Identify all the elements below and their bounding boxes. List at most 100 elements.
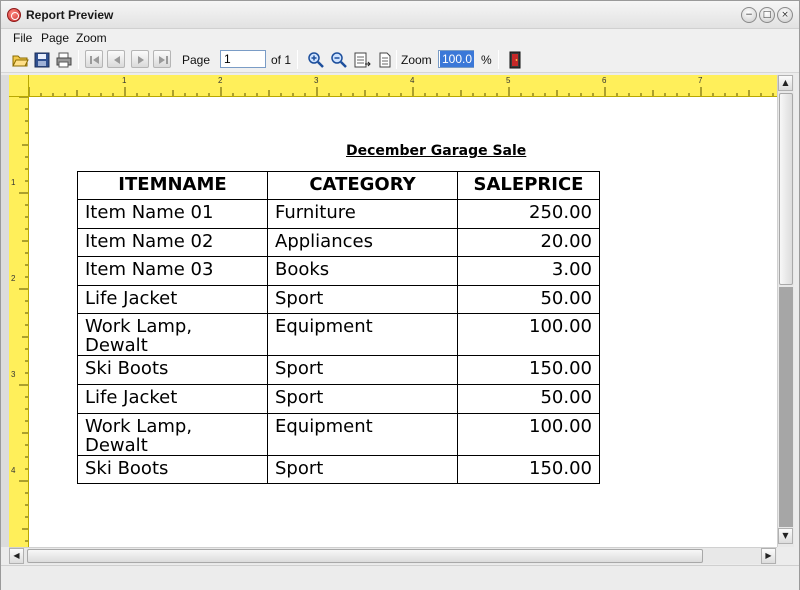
vertical-ruler-ticks: 1 2 3 4 bbox=[11, 97, 28, 542]
vertical-scrollbar[interactable]: ▲ ▼ bbox=[777, 75, 794, 547]
menu-bar: File Page Zoom bbox=[1, 29, 799, 47]
cell-itemname: Work Lamp, Dewalt bbox=[77, 412, 268, 456]
previous-page-button[interactable] bbox=[107, 50, 125, 68]
ruler-label: 3 bbox=[314, 76, 319, 85]
cell-category: Furniture bbox=[267, 199, 458, 229]
zoom-out-icon[interactable] bbox=[329, 50, 347, 68]
open-folder-icon[interactable] bbox=[10, 50, 29, 68]
menu-zoom[interactable]: Zoom bbox=[76, 31, 107, 45]
menu-page[interactable]: Page bbox=[41, 31, 69, 45]
scroll-right-button[interactable]: ▶ bbox=[761, 548, 776, 564]
cell-itemname: Work Lamp, Dewalt bbox=[77, 313, 268, 357]
cell-itemname: Item Name 03 bbox=[77, 256, 268, 286]
previous-page-icon bbox=[114, 56, 120, 64]
vertical-ruler: 1 2 3 4 bbox=[9, 97, 29, 547]
last-page-button[interactable] bbox=[153, 50, 171, 68]
ruler-label: 3 bbox=[11, 370, 16, 379]
page-width-icon[interactable] bbox=[352, 50, 371, 68]
cell-saleprice: 3.00 bbox=[457, 256, 600, 286]
cell-itemname: Item Name 02 bbox=[77, 227, 268, 258]
cell-category: Equipment bbox=[267, 313, 458, 357]
maximize-button[interactable]: □ bbox=[759, 7, 775, 23]
first-page-icon bbox=[90, 56, 99, 64]
toolbar-separator bbox=[498, 50, 499, 69]
page-label: Page bbox=[182, 53, 211, 67]
ruler-label: 7 bbox=[698, 76, 703, 85]
close-button[interactable]: × bbox=[777, 7, 793, 23]
first-page-button[interactable] bbox=[85, 50, 103, 68]
zoom-label: Zoom bbox=[401, 53, 432, 67]
window-title: Report Preview bbox=[26, 8, 114, 22]
save-icon[interactable] bbox=[32, 50, 50, 68]
cell-itemname: Ski Boots bbox=[77, 355, 268, 385]
cell-category: Sport bbox=[267, 454, 458, 485]
cell-category: Sport bbox=[267, 355, 458, 385]
cell-saleprice: 150.00 bbox=[457, 355, 600, 385]
column-header-saleprice: SALEPRICE bbox=[457, 171, 600, 200]
cell-saleprice: 250.00 bbox=[457, 199, 600, 229]
zoom-input[interactable]: 100.0 bbox=[438, 50, 475, 68]
table-row: Item Name 03 Books 3.00 bbox=[77, 256, 600, 286]
scroll-down-button[interactable]: ▼ bbox=[778, 528, 793, 544]
cell-saleprice: 50.00 bbox=[457, 383, 600, 414]
table-row: Life Jacket Sport 50.00 bbox=[77, 284, 600, 315]
report-title: December Garage Sale bbox=[346, 143, 527, 159]
horizontal-ruler-ticks: 1 2 3 4 5 6 7 bbox=[29, 76, 774, 96]
status-bar bbox=[1, 565, 799, 590]
table-row: Ski Boots Sport 150.00 bbox=[77, 355, 600, 385]
table-row: Work Lamp, Dewalt Equipment 100.00 bbox=[77, 313, 600, 357]
ruler-label: 1 bbox=[122, 76, 127, 85]
toolbar: Page 1 of 1 Zoom 100.0 % bbox=[1, 47, 799, 73]
table-row: Item Name 02 Appliances 20.00 bbox=[77, 227, 600, 258]
cell-saleprice: 100.00 bbox=[457, 412, 600, 456]
cell-saleprice: 100.00 bbox=[457, 313, 600, 357]
toolbar-separator bbox=[297, 50, 298, 69]
app-icon bbox=[7, 8, 21, 22]
cell-category: Sport bbox=[267, 383, 458, 414]
report-page: December Garage Sale ITEMNAME CATEGORY S… bbox=[29, 97, 777, 547]
scroll-left-button[interactable]: ◀ bbox=[9, 548, 24, 564]
exit-icon[interactable] bbox=[505, 50, 523, 69]
print-icon[interactable] bbox=[54, 50, 72, 68]
cell-category: Appliances bbox=[267, 227, 458, 258]
cell-itemname: Item Name 01 bbox=[77, 199, 268, 229]
column-header-category: CATEGORY bbox=[267, 171, 458, 200]
cell-saleprice: 50.00 bbox=[457, 284, 600, 315]
vertical-scroll-thumb[interactable] bbox=[779, 93, 793, 285]
ruler-label: 2 bbox=[218, 76, 223, 85]
ruler-label: 6 bbox=[602, 76, 607, 85]
ruler-label: 2 bbox=[11, 274, 16, 283]
report-table: ITEMNAME CATEGORY SALEPRICE Item Name 01… bbox=[77, 171, 600, 485]
cell-saleprice: 150.00 bbox=[457, 454, 600, 485]
percent-label: % bbox=[481, 53, 492, 67]
title-bar[interactable]: Report Preview − □ × bbox=[1, 1, 799, 29]
zoom-in-icon[interactable] bbox=[306, 50, 324, 68]
whole-page-icon[interactable] bbox=[375, 50, 393, 68]
table-row: Item Name 01 Furniture 250.00 bbox=[77, 199, 600, 229]
cell-saleprice: 20.00 bbox=[457, 227, 600, 258]
next-page-icon bbox=[138, 56, 144, 64]
ruler-label: 4 bbox=[11, 466, 16, 475]
left-margin-strip bbox=[1, 75, 9, 547]
table-header-row: ITEMNAME CATEGORY SALEPRICE bbox=[77, 171, 600, 200]
vertical-scroll-track[interactable] bbox=[779, 287, 793, 527]
menu-file[interactable]: File bbox=[13, 31, 32, 45]
horizontal-ruler: 1 2 3 4 5 6 7 bbox=[29, 75, 777, 97]
ruler-label: 1 bbox=[11, 178, 16, 187]
next-page-button[interactable] bbox=[131, 50, 149, 68]
scroll-up-button[interactable]: ▲ bbox=[778, 75, 793, 91]
toolbar-separator bbox=[396, 50, 397, 69]
cell-category: Equipment bbox=[267, 412, 458, 456]
report-preview-window: Report Preview − □ × File Page Zoom Page… bbox=[0, 0, 800, 590]
ruler-label: 5 bbox=[506, 76, 511, 85]
horizontal-scrollbar[interactable]: ◀ ▶ bbox=[9, 547, 777, 564]
page-number-input[interactable]: 1 bbox=[220, 50, 266, 68]
ruler-corner bbox=[9, 75, 29, 97]
cell-itemname: Ski Boots bbox=[77, 454, 268, 485]
minimize-button[interactable]: − bbox=[741, 7, 757, 23]
toolbar-separator bbox=[78, 50, 79, 69]
ruler-label: 4 bbox=[410, 76, 415, 85]
table-row: Work Lamp, Dewalt Equipment 100.00 bbox=[77, 412, 600, 456]
horizontal-scroll-thumb[interactable] bbox=[27, 549, 703, 563]
cell-itemname: Life Jacket bbox=[77, 383, 268, 414]
